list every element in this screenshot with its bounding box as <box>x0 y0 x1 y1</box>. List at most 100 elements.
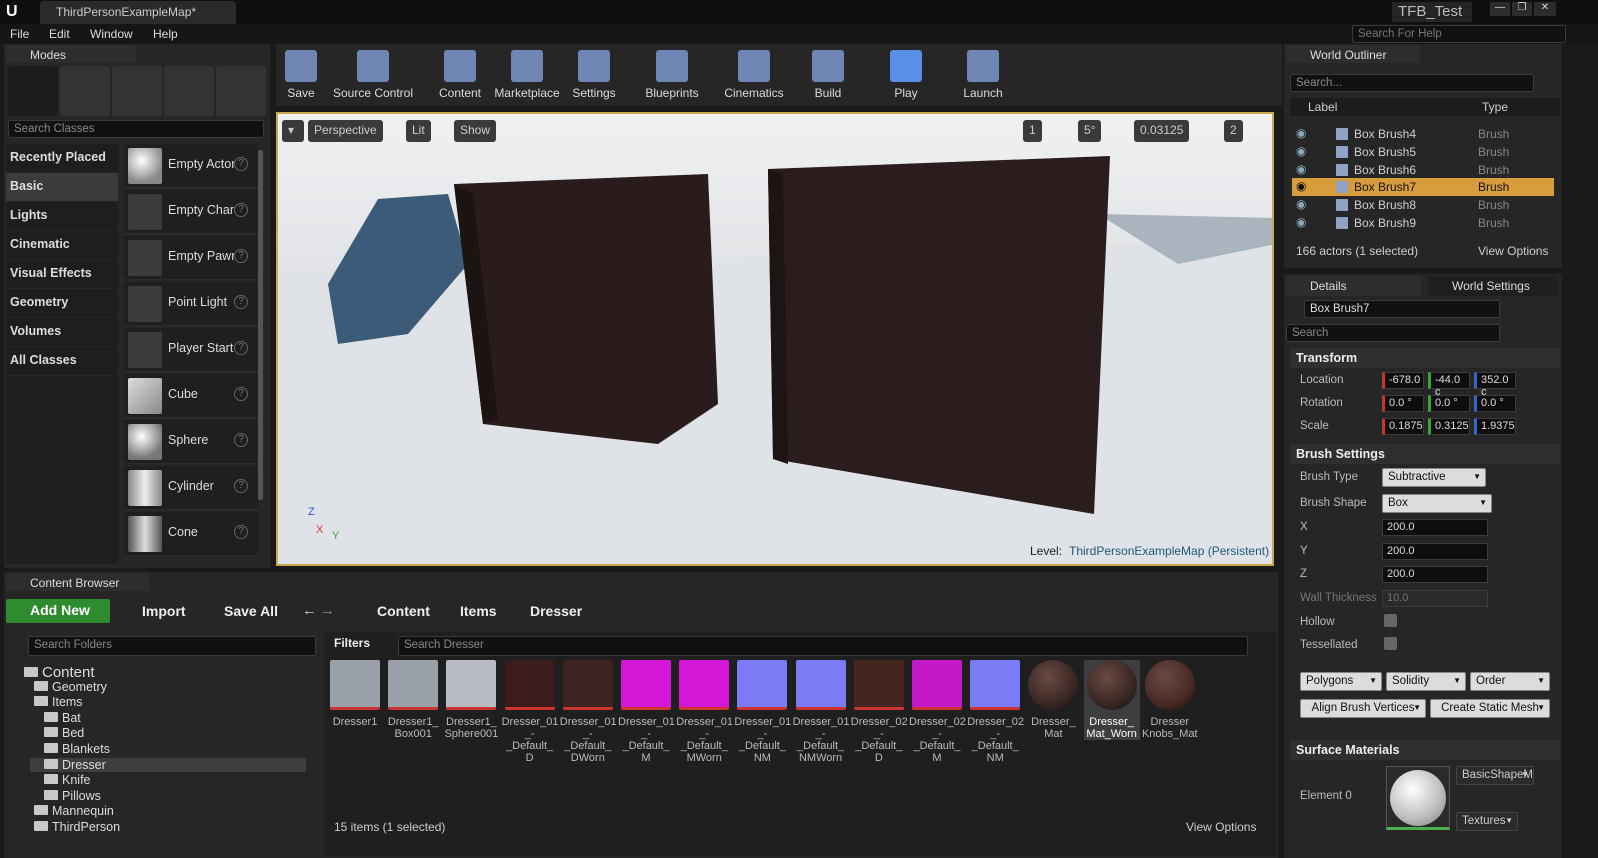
outliner-row[interactable]: ◉ Box Brush4 Brush <box>1292 125 1554 143</box>
show-button[interactable]: Show <box>454 120 497 142</box>
asset-tile[interactable]: Dresser_01 _-_Default_ MWorn <box>676 660 733 764</box>
outliner-row[interactable]: ◉ Box Brush7 Brush <box>1292 178 1554 197</box>
visibility-eye-icon[interactable]: ◉ <box>1296 126 1306 140</box>
toolbar-save-button[interactable]: Save <box>284 50 318 104</box>
camera-speed-value[interactable]: 2 <box>1224 120 1243 142</box>
asset-tile[interactable]: Dresser_01 _-_Default_ D <box>502 660 558 764</box>
forward-arrow-icon[interactable]: → <box>320 602 335 619</box>
class-cube[interactable]: Cube? <box>124 374 258 418</box>
outliner-search-input[interactable]: Search... <box>1290 74 1534 92</box>
scale-snap-value[interactable]: 0.03125 <box>1134 120 1190 142</box>
scale-x[interactable]: 0.1875 <box>1382 418 1424 435</box>
toolbar-cinematics-button[interactable]: Cinematics <box>722 50 786 104</box>
rotation-snap-value[interactable]: 5° <box>1078 120 1102 142</box>
tab-content-browser[interactable]: Content Browser <box>6 573 150 591</box>
category-geometry[interactable]: Geometry <box>6 289 118 317</box>
location-y[interactable]: -44.0 c <box>1428 372 1470 398</box>
asset-tile[interactable]: Dresser1_ Box001 <box>385 660 441 740</box>
outliner-row[interactable]: ◉ Box Brush8 Brush <box>1292 196 1554 214</box>
visibility-eye-icon[interactable]: ◉ <box>1296 144 1306 158</box>
tab-world-settings[interactable]: World Settings <box>1428 276 1558 296</box>
asset-tile[interactable]: Dresser_01 _-_Default_ NM <box>734 660 791 764</box>
tab-details[interactable]: Details <box>1286 276 1422 296</box>
add-new-button[interactable]: Add New <box>6 599 110 623</box>
y-field[interactable]: 200.0 <box>1382 543 1488 560</box>
lit-button[interactable]: Lit <box>406 120 431 142</box>
rotation-y[interactable]: 0.0 ° <box>1428 395 1470 412</box>
rotation-label[interactable]: Rotation <box>1300 397 1343 409</box>
material-dropdown[interactable]: BasicShapeM <box>1456 766 1534 785</box>
asset-tile[interactable]: Dresser_01 _-_Default_ M <box>618 660 675 764</box>
filters-button[interactable]: Filters <box>334 636 370 650</box>
help-icon[interactable]: ? <box>234 341 248 355</box>
perspective-button[interactable]: Perspective <box>308 120 383 142</box>
outliner-row[interactable]: ◉ Box Brush9 Brush <box>1292 214 1554 232</box>
folder-item[interactable]: Knife <box>30 773 91 787</box>
order-dropdown[interactable]: Order <box>1470 672 1550 691</box>
asset-tile[interactable]: Dresser_02 _-_Default_ D <box>851 660 908 764</box>
classes-scrollbar[interactable] <box>258 150 263 500</box>
category-lights[interactable]: Lights <box>6 202 118 230</box>
col-label-header[interactable]: Label <box>1308 100 1337 114</box>
class-sphere[interactable]: Sphere? <box>124 420 258 464</box>
toolbar-launch-button[interactable]: Launch <box>960 50 1006 104</box>
class-empty-character[interactable]: Empty Character? <box>124 190 258 234</box>
location-x[interactable]: -678.0 <box>1382 372 1424 389</box>
menu-edit[interactable]: Edit <box>49 27 70 41</box>
category-all-classes[interactable]: All Classes <box>6 347 118 375</box>
solidity-dropdown[interactable]: Solidity <box>1386 672 1466 691</box>
toolbar-settings-button[interactable]: Settings <box>570 50 618 104</box>
category-volumes[interactable]: Volumes <box>6 318 118 346</box>
mode-geometry[interactable] <box>216 66 266 116</box>
rotation-x[interactable]: 0.0 ° <box>1382 395 1424 412</box>
breadcrumb-content[interactable]: Content <box>377 603 430 619</box>
close-button[interactable]: ✕ <box>1534 2 1556 16</box>
help-search-input[interactable]: Search For Help <box>1352 25 1566 43</box>
scale-y[interactable]: 0.3125 <box>1428 418 1470 435</box>
class-point-light[interactable]: Point Light? <box>124 282 258 326</box>
asset-tile[interactable]: Dresser1 <box>327 660 383 728</box>
toolbar-blueprints-button[interactable]: Blueprints <box>644 50 700 104</box>
menu-file[interactable]: File <box>10 27 29 41</box>
brush-type-dropdown[interactable]: Subtractive <box>1382 468 1486 487</box>
help-icon[interactable]: ? <box>234 249 248 263</box>
minimize-button[interactable]: — <box>1490 2 1510 16</box>
visibility-eye-icon[interactable]: ◉ <box>1296 197 1306 211</box>
help-icon[interactable]: ? <box>234 387 248 401</box>
asset-tile[interactable]: Dresser Knobs_Mat <box>1142 660 1198 740</box>
folder-item[interactable]: Content <box>10 664 95 681</box>
level-tab[interactable]: ThirdPersonExampleMap* <box>40 1 236 24</box>
import-button[interactable]: Import <box>142 603 186 619</box>
folder-item[interactable]: Items <box>20 695 83 709</box>
visibility-eye-icon[interactable]: ◉ <box>1296 215 1306 229</box>
asset-tile[interactable]: Dresser_01 _-_Default_ DWorn <box>560 660 617 764</box>
search-classes-input[interactable]: Search Classes <box>8 120 264 138</box>
class-cone[interactable]: Cone? <box>124 512 258 556</box>
class-empty-pawn[interactable]: Empty Pawn? <box>124 236 258 280</box>
location-z[interactable]: 352.0 c <box>1474 372 1516 398</box>
textures-dropdown[interactable]: Textures <box>1456 812 1518 831</box>
mode-paint[interactable] <box>60 66 110 116</box>
category-recently-placed[interactable]: Recently Placed <box>6 144 118 172</box>
section-transform[interactable]: Transform <box>1290 348 1560 368</box>
toolbar-play-button[interactable]: Play <box>882 50 930 104</box>
outliner-row[interactable]: ◉ Box Brush6 Brush <box>1292 161 1554 179</box>
toolbar-marketplace-button[interactable]: Marketplace <box>494 50 560 104</box>
visibility-eye-icon[interactable]: ◉ <box>1296 179 1306 193</box>
category-basic[interactable]: Basic <box>6 173 118 201</box>
category-visual-effects[interactable]: Visual Effects <box>6 260 118 288</box>
asset-tile[interactable]: Dresser_ Mat_Worn <box>1083 660 1140 740</box>
folder-item[interactable]: Geometry <box>20 680 107 694</box>
location-label[interactable]: Location <box>1300 374 1343 386</box>
class-player-start[interactable]: Player Start? <box>124 328 258 372</box>
folder-item[interactable]: Pillows <box>30 789 101 803</box>
mode-place[interactable] <box>8 66 58 116</box>
breadcrumb-items[interactable]: Items <box>460 603 497 619</box>
asset-tile[interactable]: Dresser_02 _-_Default_ NM <box>967 660 1024 764</box>
help-icon[interactable]: ? <box>234 295 248 309</box>
viewport-options-button[interactable]: ▾ <box>282 120 304 142</box>
create-static-mesh-button[interactable]: Create Static Mesh <box>1430 699 1550 718</box>
folder-search-input[interactable]: Search Folders <box>28 636 316 656</box>
brush-shape-dropdown[interactable]: Box <box>1382 494 1492 513</box>
help-icon[interactable]: ? <box>234 203 248 217</box>
